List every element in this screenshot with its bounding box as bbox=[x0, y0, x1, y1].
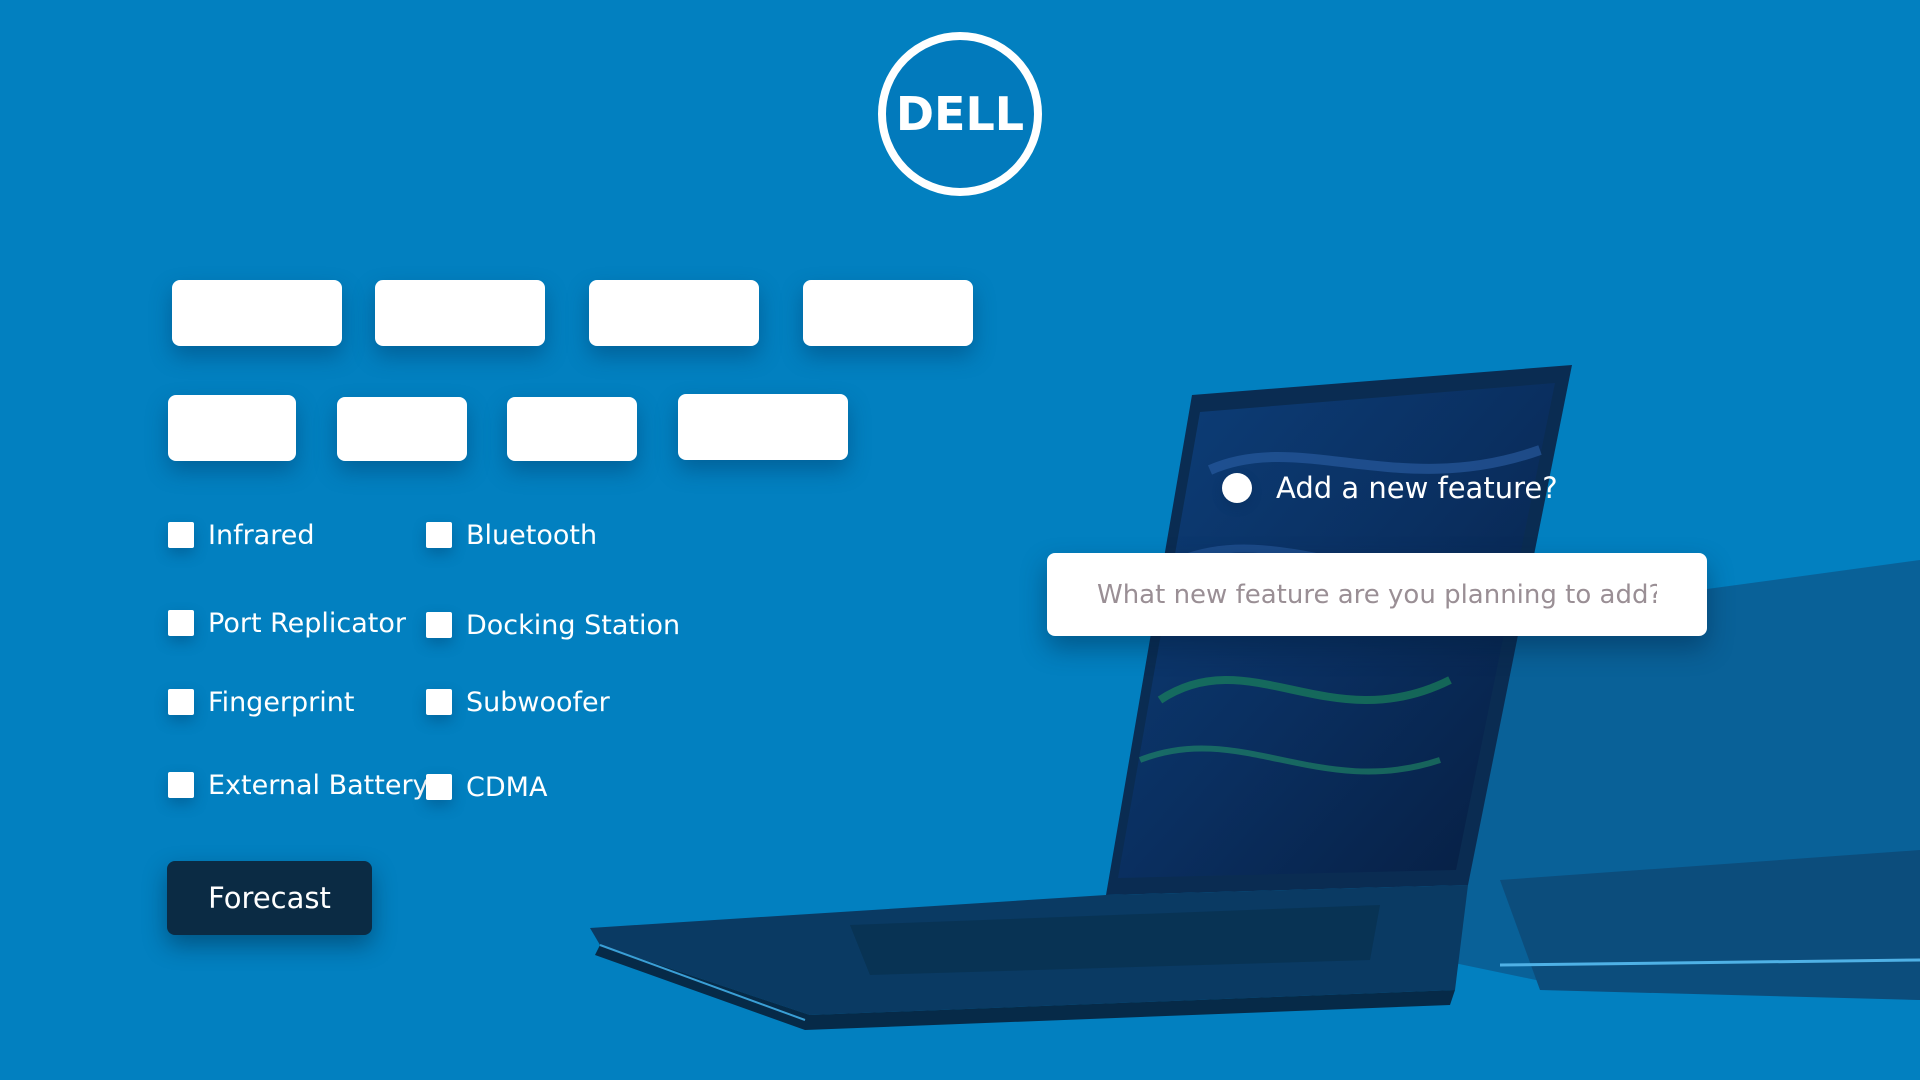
checkbox[interactable] bbox=[168, 522, 194, 548]
new-feature-input[interactable] bbox=[1047, 553, 1707, 636]
spec-field-4[interactable] bbox=[803, 280, 973, 346]
option-port-replicator[interactable]: Port Replicator bbox=[168, 603, 406, 643]
radio-button[interactable] bbox=[1222, 473, 1252, 503]
add-feature-label: Add a new feature? bbox=[1276, 471, 1558, 505]
checkbox[interactable] bbox=[426, 522, 452, 548]
checkbox[interactable] bbox=[168, 772, 194, 798]
checkbox[interactable] bbox=[426, 774, 452, 800]
add-feature-option[interactable]: Add a new feature? bbox=[1222, 468, 1558, 508]
option-fingerprint[interactable]: Fingerprint bbox=[168, 682, 354, 722]
spec-field-6[interactable] bbox=[337, 397, 467, 461]
option-label: External Battery bbox=[208, 769, 429, 801]
option-label: Port Replicator bbox=[208, 607, 407, 639]
dell-logo: DELL bbox=[878, 32, 1042, 196]
logo-wordmark: DELL bbox=[896, 87, 1024, 141]
forecast-button[interactable]: Forecast bbox=[167, 861, 372, 935]
checkbox[interactable] bbox=[426, 612, 452, 638]
spec-field-3[interactable] bbox=[589, 280, 759, 346]
spec-field-2[interactable] bbox=[375, 280, 545, 346]
option-label: CDMA bbox=[466, 771, 548, 803]
option-bluetooth[interactable]: Bluetooth bbox=[426, 515, 597, 555]
spec-field-7[interactable] bbox=[507, 397, 637, 461]
checkbox[interactable] bbox=[168, 610, 194, 636]
option-subwoofer[interactable]: Subwoofer bbox=[426, 682, 610, 722]
option-label: Docking Station bbox=[466, 609, 681, 641]
option-infrared[interactable]: Infrared bbox=[168, 515, 314, 555]
spec-field-8[interactable] bbox=[678, 394, 848, 460]
checkbox[interactable] bbox=[168, 689, 194, 715]
option-label: Bluetooth bbox=[466, 519, 598, 551]
option-external-battery[interactable]: External Battery bbox=[168, 765, 429, 805]
spec-field-1[interactable] bbox=[172, 280, 342, 346]
option-label: Infrared bbox=[208, 519, 315, 551]
option-cdma[interactable]: CDMA bbox=[426, 767, 547, 807]
option-label: Subwoofer bbox=[466, 686, 610, 718]
option-docking-station[interactable]: Docking Station bbox=[426, 605, 680, 645]
checkbox[interactable] bbox=[426, 689, 452, 715]
option-label: Fingerprint bbox=[208, 686, 355, 718]
spec-field-5[interactable] bbox=[168, 395, 296, 461]
